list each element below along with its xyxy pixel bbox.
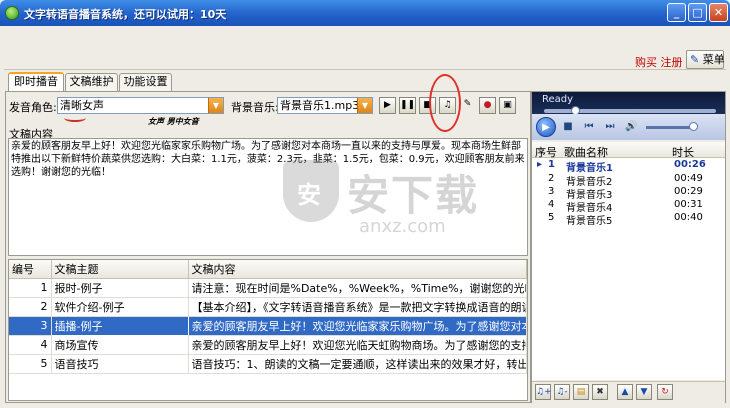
column-header-id[interactable]: 编号 (9, 260, 52, 279)
seek-bar[interactable] (544, 109, 716, 113)
playlist-item[interactable]: 3 背景音乐3 00:29 (532, 186, 725, 201)
stop-button[interactable]: ■ (562, 121, 574, 133)
player-status: Ready (542, 94, 574, 105)
volume-handle[interactable] (689, 122, 698, 131)
playlist-item[interactable]: 2 背景音乐2 00:49 (532, 173, 725, 188)
music-select[interactable]: 背景音乐1.mp3 ▼ (277, 97, 373, 114)
playlist-header-name[interactable]: 歌曲名称 (564, 144, 608, 160)
refresh-icon[interactable]: ↻ (657, 384, 673, 400)
play-icon[interactable]: ▶ (379, 97, 396, 114)
role-value: 清晰女声 (60, 99, 104, 112)
save-icon[interactable]: ▣ (499, 97, 516, 114)
script-table: 编号 文稿主题 文稿内容 1 报时-例子 请注意：现在时间是%Date%，%We… (8, 259, 528, 401)
brush-icon[interactable]: ✎ (459, 97, 476, 114)
play-button[interactable]: ▶ (536, 117, 556, 137)
hint-text: 女声 男中女音 (148, 117, 199, 126)
remove-file-icon[interactable]: ♫- (554, 384, 570, 400)
row-id: 1 (9, 278, 52, 298)
next-button[interactable]: ⏭ (604, 121, 616, 133)
top-area (4, 26, 726, 70)
maximize-button[interactable]: □ (688, 3, 707, 22)
table-row[interactable]: 1 报时-例子 请注意：现在时间是%Date%，%Week%，%Time%，谢谢… (9, 278, 527, 298)
previous-button[interactable]: ⏮ (583, 121, 595, 133)
minimize-button[interactable]: _ (667, 3, 686, 22)
playlist-item[interactable]: 5 背景音乐5 00:40 (532, 212, 725, 227)
record-icon[interactable]: ● (479, 97, 496, 114)
chevron-down-icon[interactable]: ▼ (208, 98, 223, 113)
role-select[interactable]: 清晰女声 ▼ (57, 97, 224, 114)
hint-underline (64, 114, 86, 122)
row-content: 请注意：现在时间是%Date%，%Week%，%Time%，谢谢您的光临！ (188, 278, 527, 298)
table-row[interactable]: 2 软件介绍-例子 【基本介绍】，《文字转语音播音系统》是一款把文字转换成语音的… (9, 297, 527, 317)
now-playing-icon: ▸ (537, 159, 543, 170)
buy-register-link[interactable]: 购买 注册 (635, 54, 683, 70)
row-topic: 语音技巧 (51, 354, 189, 374)
move-up-icon[interactable]: ▲ (617, 384, 633, 400)
highlight-circle (429, 74, 461, 132)
music-label: 背景音乐: (231, 101, 279, 114)
watermark-sub: anxz.com (359, 216, 446, 237)
delete-icon[interactable]: ✖ (592, 384, 608, 400)
table-header: 编号 文稿主题 文稿内容 (9, 260, 527, 279)
app-icon (5, 6, 19, 20)
row-topic: 报时-例子 (51, 278, 189, 298)
menu-icon: ✎ (690, 53, 700, 66)
row-content: 亲爱的顾客朋友早上好！欢迎您光临天虹购物商场。为了感谢您的支持与厚爱。我 (188, 335, 527, 355)
window-title: 文字转语音播音系统，还可以试用：10天 (24, 8, 227, 21)
playlist-header-duration[interactable]: 时长 (672, 144, 694, 160)
row-content: 【基本介绍】，《文字转语音播音系统》是一款把文字转换成语音的朗读软件 (188, 297, 527, 317)
move-down-icon[interactable]: ▼ (636, 384, 652, 400)
tab-script-maintenance[interactable]: 文稿维护 (65, 73, 118, 91)
add-file-icon[interactable]: ♫+ (535, 384, 552, 400)
row-topic: 插播-例子 (50, 315, 189, 336)
playlist-item[interactable]: 4 背景音乐4 00:31 (532, 199, 725, 214)
row-topic: 软件介绍-例子 (51, 297, 189, 317)
tab-settings[interactable]: 功能设置 (119, 73, 172, 91)
playlist-item[interactable]: ▸ 1 背景音乐1 00:26 (532, 159, 725, 174)
row-id: 2 (9, 297, 52, 317)
column-header-content[interactable]: 文稿内容 (188, 260, 527, 279)
role-label: 发音角色: (9, 101, 57, 114)
column-header-topic[interactable]: 文稿主题 (51, 260, 189, 279)
row-content: 语音技巧：1、朗读的文稿一定要通顺，这样读出来的效果才好，转出来的音频 (188, 354, 527, 374)
watermark-text: 安下载 (347, 171, 480, 220)
music-value: 背景音乐1.mp3 (280, 99, 360, 112)
shield-icon: 安 (283, 160, 339, 222)
tab-instant-broadcast[interactable]: 即时播音 (8, 72, 64, 92)
row-id: 4 (9, 335, 52, 355)
row-topic: 商场宣传 (51, 335, 189, 355)
table-row[interactable]: 5 语音技巧 语音技巧：1、朗读的文稿一定要通顺，这样读出来的效果才好，转出来的… (9, 354, 527, 374)
volume-icon[interactable]: 🔊 (625, 121, 637, 133)
playlist-header-no[interactable]: 序号 (535, 144, 557, 160)
pause-icon[interactable]: ❚❚ (399, 97, 416, 114)
menu-label: 菜单 (702, 53, 725, 66)
playlist-header (532, 142, 725, 158)
watermark: 安 安下载 anxz.com (283, 160, 493, 240)
row-id: 5 (9, 354, 52, 374)
open-folder-icon[interactable]: ▤ (573, 384, 589, 400)
row-id: 3 (9, 316, 52, 336)
close-button[interactable]: ✕ (709, 3, 728, 22)
table-row-selected[interactable]: 3 插播-例子 亲爱的顾客朋友早上好！欢迎您光临家家乐购物广场。为了感谢您对本商… (9, 315, 527, 336)
row-content: 亲爱的顾客朋友早上好！欢迎您光临家家乐购物广场。为了感谢您对本商场一直 (188, 316, 527, 336)
chevron-down-icon[interactable]: ▼ (357, 98, 372, 113)
table-row[interactable]: 4 商场宣传 亲爱的顾客朋友早上好！欢迎您光临天虹购物商场。为了感谢您的支持与厚… (9, 335, 527, 355)
menu-button[interactable]: ✎ 菜单 (686, 50, 725, 69)
